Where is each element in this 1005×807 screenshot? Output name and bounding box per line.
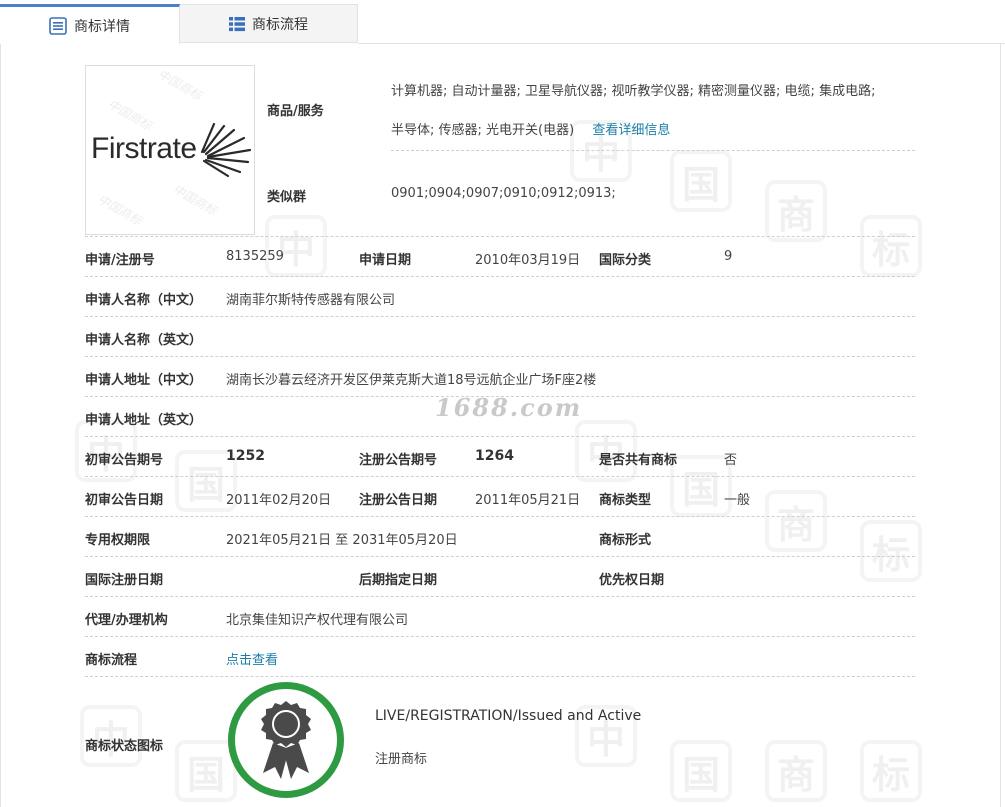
trademark-logo-image: 中国商标 中国商标 中国商标 中国商标 Firstrate [85,65,255,235]
divider [85,596,915,597]
site-watermark: 1688.com [435,393,583,422]
view-detail-link[interactable]: 查看详细信息 [592,123,670,138]
divider [85,356,915,357]
applicant-cn-label: 申请人名称（中文） [85,293,203,308]
type-value: 一般 [724,493,751,508]
grid-list-icon [229,16,245,31]
divider [85,636,915,637]
apply-date-label: 申请日期 [359,253,412,268]
divider [85,556,915,557]
list-icon [49,16,67,35]
prelim-no-label: 初审公告期号 [85,453,164,468]
tab-trademark-flow[interactable]: 商标流程 [180,4,358,43]
applicant-cn-value: 湖南菲尔斯特传感器有限公司 [226,293,396,308]
goods-label: 商品/服务 [267,104,324,119]
agent-label: 代理/办理机构 [85,613,168,628]
prelim-date-value: 2011年02月20日 [226,493,332,508]
reg-no-value: 8135259 [226,249,284,264]
address-cn-value: 湖南长沙暮云经济开发区伊莱克斯大道18号远航企业广场F座2楼 [226,373,597,388]
divider [85,436,915,437]
divider [85,236,915,237]
divider [0,44,1,807]
tab-trademark-detail[interactable]: 商标详情 [0,4,180,44]
prelim-no-value: 1252 [226,448,265,464]
applicant-en-label: 申请人名称（英文） [85,333,203,348]
watermark-char: 商 [765,740,827,802]
divider [358,43,1005,44]
form-label: 商标形式 [599,533,652,548]
watermark-char: 标 [860,520,922,582]
intl-reg-date-label: 国际注册日期 [85,573,164,588]
later-date-label: 后期指定日期 [359,573,438,588]
divider [85,396,915,397]
watermark-char: 标 [860,215,922,277]
watermark-char: 商 [765,490,827,552]
tab-bar: 商标详情 商标流程 [0,0,1005,44]
prelim-date-label: 初审公告日期 [85,493,164,508]
goods-line-2: 半导体; 传感器; 光电开关(电器) 查看详细信息 [391,119,670,138]
divider [391,150,915,151]
starburst-icon [200,122,252,178]
apply-date-value: 2010年03月19日 [475,253,581,268]
intl-class-label: 国际分类 [599,253,652,268]
reg-pub-date-value: 2011年05月21日 [475,493,581,508]
watermark-char: 国 [670,740,732,802]
status-en: LIVE/REGISTRATION/Issued and Active [375,708,642,724]
watermark-char: 中 [265,215,327,277]
divider [85,676,915,677]
address-cn-label: 申请人地址（中文） [85,373,203,388]
goods-line-1: 计算机器; 自动计量器; 卫星导航仪器; 视听教学仪器; 精密测量仪器; 电缆;… [391,84,876,99]
award-ribbon-icon [261,701,311,779]
flow-label: 商标流程 [85,653,138,668]
agent-value: 北京集佳知识产权代理有限公司 [226,613,409,628]
status-icon-label: 商标状态图标 [85,739,164,754]
shared-value: 否 [724,453,738,468]
logo-text: Firstrate [91,132,197,165]
watermark-char: 国 [670,455,732,517]
tab-label: 商标流程 [252,16,308,33]
divider [85,476,915,477]
divider [1000,44,1001,807]
term-label: 专用权期限 [85,533,151,548]
divider [85,316,915,317]
watermark-char: 国 [175,740,237,802]
divider [85,516,915,517]
watermark-char: 商 [765,180,827,242]
intl-class-value: 9 [724,249,733,264]
watermark-char: 标 [860,740,922,802]
status-cn: 注册商标 [375,752,428,767]
status-ring [228,682,344,798]
goods-line-2-text: 半导体; 传感器; 光电开关(电器) [391,123,575,138]
view-flow-link[interactable]: 点击查看 [226,649,278,668]
address-en-label: 申请人地址（英文） [85,413,203,428]
reg-pub-no-value: 1264 [475,448,514,464]
reg-pub-no-label: 注册公告期号 [359,453,438,468]
tab-label: 商标详情 [74,18,130,35]
watermark-char: 国 [670,150,732,212]
similar-group-value: 0901;0904;0907;0910;0912;0913; [391,186,616,201]
term-value: 2021年05月21日 至 2031年05月20日 [226,533,458,548]
shared-label: 是否共有商标 [599,453,678,468]
reg-pub-date-label: 注册公告日期 [359,493,438,508]
priority-date-label: 优先权日期 [599,573,665,588]
reg-no-label: 申请/注册号 [85,253,155,268]
divider [85,276,915,277]
similar-group-label: 类似群 [267,190,307,205]
type-label: 商标类型 [599,493,652,508]
